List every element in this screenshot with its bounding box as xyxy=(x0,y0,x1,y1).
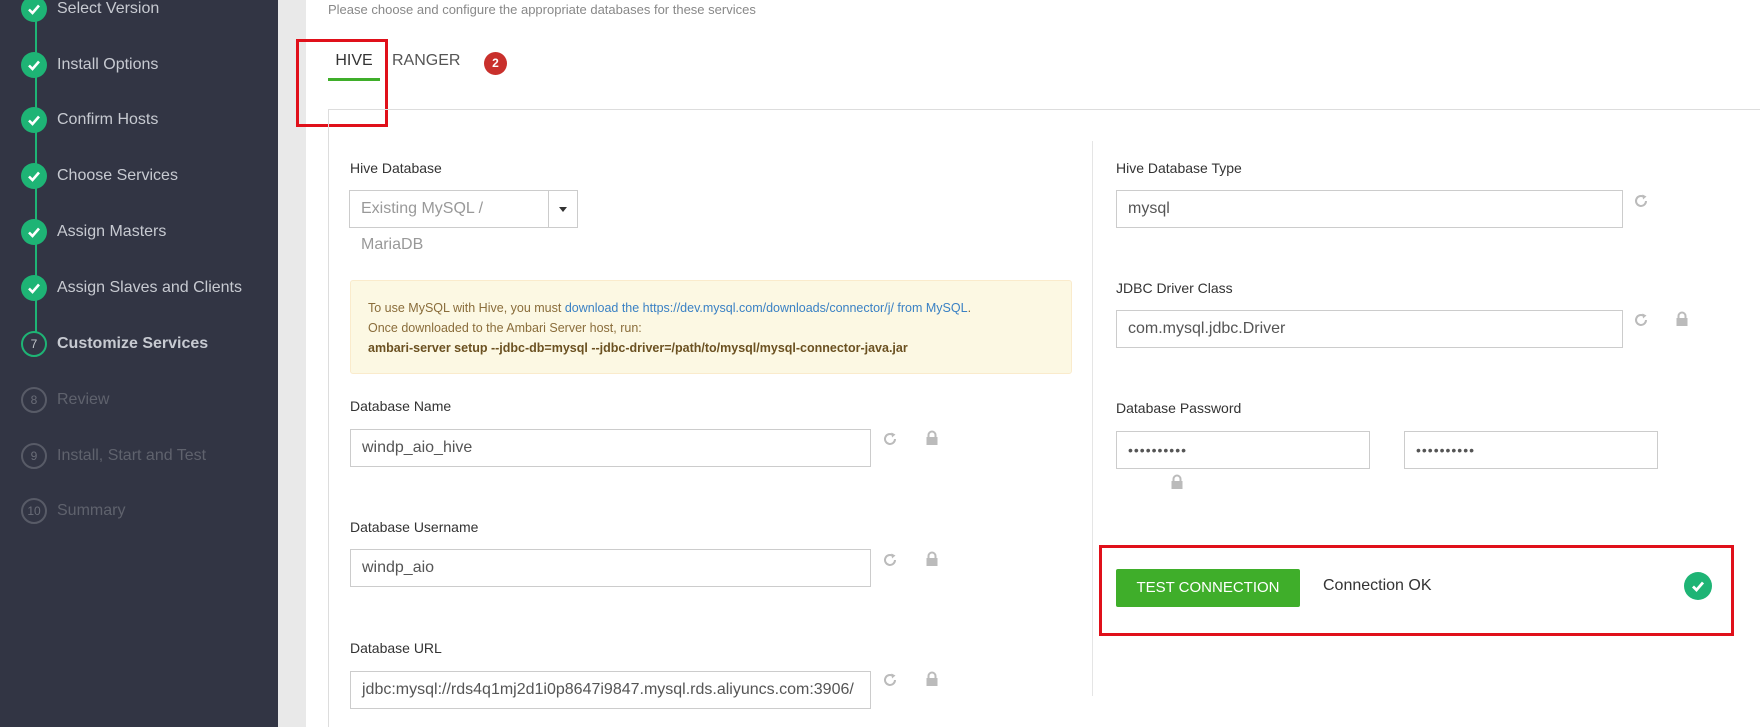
lock-icon[interactable] xyxy=(1169,474,1185,490)
step-number: 9 xyxy=(21,443,47,469)
column-divider xyxy=(1092,141,1093,696)
check-icon xyxy=(21,275,47,301)
database-username-input[interactable]: windp_aio xyxy=(350,549,871,587)
step-install-start-test: 9 Install, Start and Test xyxy=(21,442,206,470)
refresh-icon[interactable] xyxy=(882,552,898,568)
alert-text-end: . xyxy=(967,301,972,315)
database-name-label: Database Name xyxy=(350,398,452,414)
refresh-icon[interactable] xyxy=(882,431,898,447)
step-choose-services[interactable]: Choose Services xyxy=(21,162,178,190)
step-summary: 10 Summary xyxy=(21,497,125,525)
database-url-input[interactable]: jdbc:mysql://rds4q1mj2d1i0p8647i9847.mys… xyxy=(350,671,871,709)
main-content: Please choose and configure the appropri… xyxy=(296,0,1760,727)
hive-database-type-label: Hive Database Type xyxy=(1116,160,1242,176)
step-label: Assign Masters xyxy=(57,223,167,240)
step-label: Install Options xyxy=(57,56,159,73)
jdbc-driver-class-label: JDBC Driver Class xyxy=(1116,280,1233,296)
database-url-label: Database URL xyxy=(350,640,442,656)
refresh-icon[interactable] xyxy=(882,672,898,688)
jdbc-driver-class-input[interactable]: com.mysql.jdbc.Driver xyxy=(1116,310,1623,348)
step-install-options[interactable]: Install Options xyxy=(21,51,158,79)
step-assign-slaves[interactable]: Assign Slaves and Clients xyxy=(21,274,242,302)
step-label: Install, Start and Test xyxy=(57,447,207,464)
lock-icon[interactable] xyxy=(1674,311,1690,327)
step-number: 7 xyxy=(21,331,47,357)
tab-ranger[interactable]: RANGER xyxy=(392,48,460,78)
check-icon xyxy=(21,0,47,22)
check-icon xyxy=(21,107,47,133)
lock-icon[interactable] xyxy=(924,430,940,446)
database-name-input[interactable]: windp_aio_hive xyxy=(350,429,871,467)
connection-status-text: Connection OK xyxy=(1323,577,1432,594)
step-label: Confirm Hosts xyxy=(57,111,159,128)
lock-icon[interactable] xyxy=(924,671,940,687)
refresh-icon[interactable] xyxy=(1633,193,1649,209)
step-select-version[interactable]: Select Version xyxy=(21,0,159,23)
database-password-input[interactable]: •••••••••• xyxy=(1116,431,1370,469)
check-icon xyxy=(21,163,47,189)
step-number: 10 xyxy=(21,498,47,524)
test-connection-button[interactable]: TEST CONNECTION xyxy=(1116,569,1300,607)
step-number: 8 xyxy=(21,387,47,413)
database-password-confirm-input[interactable]: •••••••••• xyxy=(1404,431,1658,469)
alert-command: ambari-server setup --jdbc-db=mysql --jd… xyxy=(368,341,908,355)
success-check-icon xyxy=(1684,572,1712,600)
step-confirm-hosts[interactable]: Confirm Hosts xyxy=(21,106,158,134)
step-label: Review xyxy=(57,391,110,408)
alert-line2: Once downloaded to the Ambari Server hos… xyxy=(368,321,642,335)
check-icon xyxy=(21,219,47,245)
step-customize-services[interactable]: 7 Customize Services xyxy=(21,330,208,358)
step-label: Summary xyxy=(57,502,126,519)
hive-database-select[interactable]: Existing MySQL / MariaDB xyxy=(349,190,578,253)
hive-database-label: Hive Database xyxy=(350,160,442,176)
step-label: Choose Services xyxy=(57,167,178,184)
database-username-label: Database Username xyxy=(350,519,479,535)
refresh-icon[interactable] xyxy=(1633,312,1649,328)
mysql-driver-alert: To use MySQL with Hive, you must downloa… xyxy=(350,280,1072,374)
check-icon xyxy=(21,52,47,78)
caret-down-icon[interactable] xyxy=(548,191,577,227)
database-password-label: Database Password xyxy=(1116,400,1242,416)
hive-database-value: Existing MySQL / MariaDB xyxy=(361,200,484,253)
step-label: Customize Services xyxy=(57,335,209,352)
step-review: 8 Review xyxy=(21,386,109,414)
hive-database-type-input[interactable]: mysql xyxy=(1116,190,1623,228)
wizard-sidebar: Select Version Install Options Confirm H… xyxy=(0,0,278,727)
step-label: Assign Slaves and Clients xyxy=(57,279,242,296)
lock-icon[interactable] xyxy=(924,551,940,567)
ranger-issue-badge: 2 xyxy=(484,52,507,75)
highlight-box-hive-tab xyxy=(296,39,388,127)
tabs-divider xyxy=(328,109,1760,110)
step-assign-masters[interactable]: Assign Masters xyxy=(21,218,166,246)
page-subtitle: Please choose and configure the appropri… xyxy=(328,2,756,17)
step-label: Select Version xyxy=(57,0,160,17)
panel-border xyxy=(328,109,329,727)
download-connector-link[interactable]: download the https://dev.mysql.com/downl… xyxy=(565,301,968,315)
alert-text: To use MySQL with Hive, you must xyxy=(368,301,565,315)
